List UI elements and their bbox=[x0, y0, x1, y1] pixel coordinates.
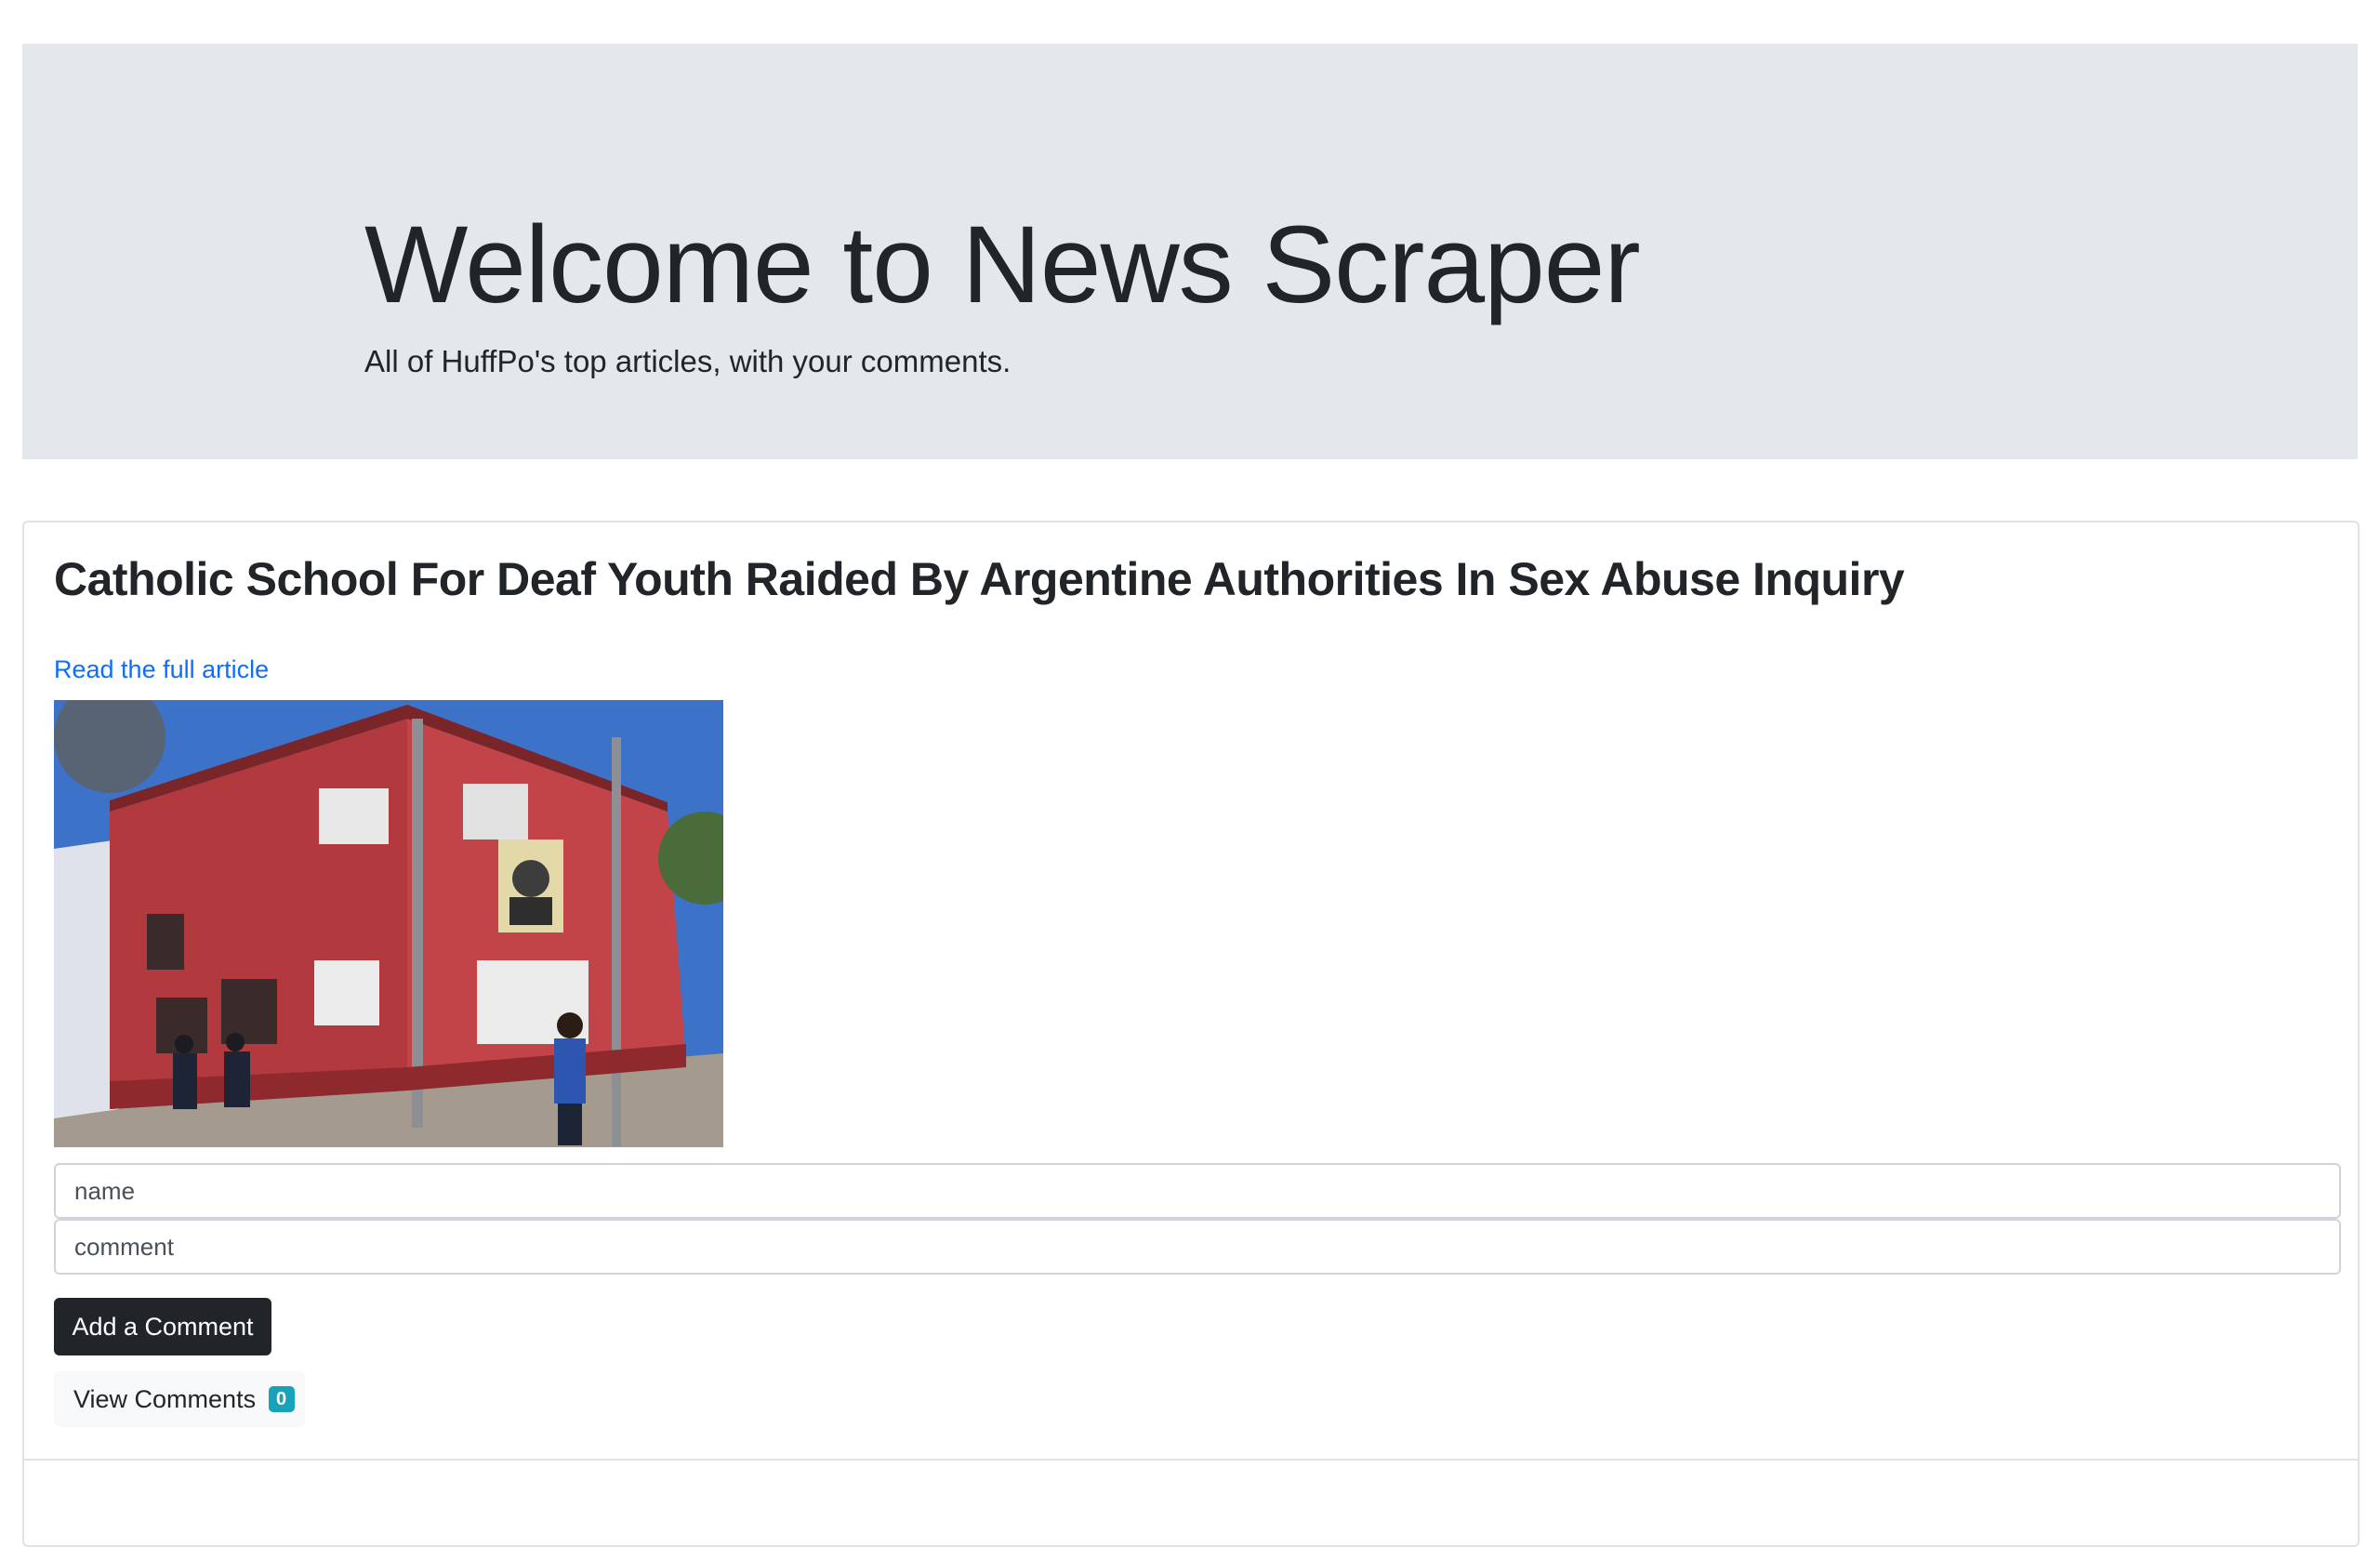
view-comments-button[interactable]: View Comments 0 bbox=[54, 1371, 305, 1427]
comment-count-badge: 0 bbox=[268, 1385, 295, 1412]
view-comments-label: View Comments bbox=[73, 1385, 257, 1413]
article-image bbox=[54, 700, 723, 1147]
card-divider bbox=[24, 1459, 2358, 1461]
name-input[interactable] bbox=[54, 1163, 2341, 1219]
page-subtitle: All of HuffPo's top articles, with your … bbox=[364, 344, 1012, 378]
article-card: Catholic School For Deaf Youth Raided By… bbox=[22, 521, 2360, 1547]
article-photo-graphic bbox=[54, 700, 723, 1147]
read-full-article-link[interactable]: Read the full article bbox=[54, 653, 269, 686]
add-comment-button[interactable]: Add a Comment bbox=[54, 1298, 271, 1355]
comment-input[interactable] bbox=[54, 1219, 2341, 1275]
page-title: Welcome to News Scraper bbox=[364, 204, 1641, 326]
jumbotron: Welcome to News Scraper All of HuffPo's … bbox=[22, 44, 2358, 459]
add-comment-label: Add a Comment bbox=[72, 1313, 254, 1341]
article-title: Catholic School For Deaf Youth Raided By… bbox=[54, 553, 1905, 605]
